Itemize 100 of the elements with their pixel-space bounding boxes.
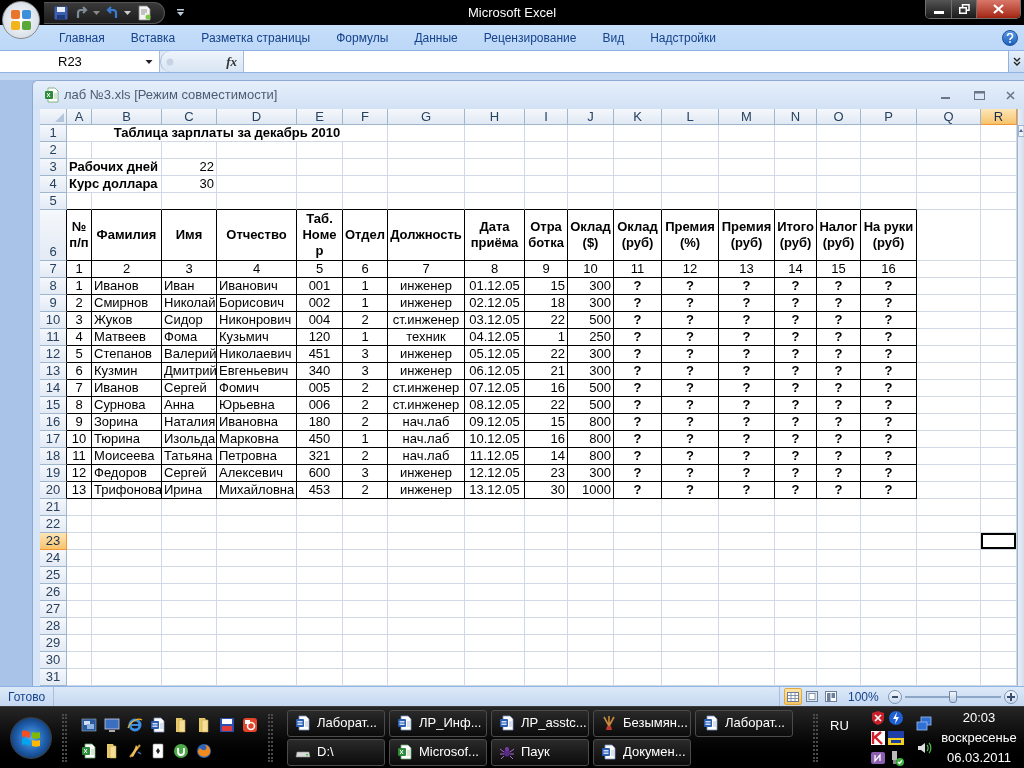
empty-cell[interactable] <box>217 159 297 176</box>
empty-cell[interactable] <box>465 550 525 567</box>
empty-cell[interactable] <box>817 533 861 550</box>
restore-button[interactable] <box>952 0 977 18</box>
empty-cell[interactable] <box>568 652 614 669</box>
empty-cell[interactable] <box>775 142 817 159</box>
empty-cell[interactable] <box>92 652 162 669</box>
taskbar-button[interactable]: D:\ <box>287 738 385 766</box>
empty-cell[interactable] <box>568 533 614 550</box>
taskbar-button[interactable]: Безымян... <box>593 709 691 737</box>
empty-cell[interactable] <box>614 533 662 550</box>
empty-cell[interactable] <box>465 516 525 533</box>
empty-cell[interactable] <box>297 618 343 635</box>
empty-cell[interactable] <box>817 516 861 533</box>
select-all-button[interactable] <box>40 109 67 125</box>
empty-cell[interactable] <box>525 618 568 635</box>
striped-tile-icon[interactable] <box>888 729 904 746</box>
row-header[interactable]: 26 <box>40 584 67 601</box>
empty-cell[interactable] <box>917 414 981 431</box>
empty-cell[interactable] <box>388 584 465 601</box>
empty-cell[interactable] <box>568 499 614 516</box>
empty-cell[interactable] <box>614 567 662 584</box>
column-header[interactable]: G <box>388 109 465 125</box>
empty-cell[interactable] <box>388 125 465 142</box>
empty-cell[interactable] <box>775 567 817 584</box>
empty-cell[interactable] <box>662 652 719 669</box>
empty-cell[interactable] <box>525 584 568 601</box>
empty-cell[interactable] <box>343 550 388 567</box>
empty-cell[interactable] <box>343 618 388 635</box>
empty-cell[interactable] <box>92 193 162 210</box>
empty-cell[interactable] <box>917 142 981 159</box>
empty-cell[interactable] <box>525 652 568 669</box>
empty-cell[interactable] <box>388 567 465 584</box>
empty-cell[interactable] <box>297 635 343 652</box>
empty-cell[interactable] <box>817 142 861 159</box>
empty-cell[interactable] <box>662 533 719 550</box>
zoom-in-button[interactable] <box>1004 689 1018 704</box>
empty-cell[interactable] <box>917 193 981 210</box>
empty-cell[interactable] <box>917 312 981 329</box>
document-icon[interactable] <box>499 715 515 731</box>
taskbar-button[interactable]: ЛР_Инф... <box>389 709 487 737</box>
row-header[interactable]: 10 <box>40 312 67 329</box>
empty-cell[interactable] <box>162 584 217 601</box>
expand-formula-button[interactable] <box>1008 51 1024 72</box>
brushes-icon[interactable] <box>601 715 617 731</box>
document-icon[interactable] <box>703 715 719 731</box>
empty-cell[interactable] <box>217 652 297 669</box>
empty-cell[interactable] <box>917 584 981 601</box>
row-header[interactable]: 20 <box>40 482 67 499</box>
empty-cell[interactable] <box>92 142 162 159</box>
empty-cell[interactable] <box>861 176 917 193</box>
empty-cell[interactable] <box>817 584 861 601</box>
empty-cell[interactable] <box>817 567 861 584</box>
empty-cell[interactable] <box>719 499 775 516</box>
empty-cell[interactable] <box>343 635 388 652</box>
insert-function-button[interactable]: fx <box>226 51 243 72</box>
empty-cell[interactable] <box>162 193 217 210</box>
empty-cell[interactable] <box>817 193 861 210</box>
empty-cell[interactable] <box>297 176 343 193</box>
close-button[interactable] <box>977 0 1020 18</box>
empty-cell[interactable] <box>465 125 525 142</box>
empty-cell[interactable] <box>662 635 719 652</box>
playing-card-icon[interactable] <box>150 742 166 759</box>
vertical-scrollbar[interactable] <box>1017 109 1024 686</box>
column-header[interactable]: C <box>162 109 217 125</box>
empty-cell[interactable] <box>525 159 568 176</box>
empty-cell[interactable] <box>662 550 719 567</box>
empty-cell[interactable] <box>614 176 662 193</box>
empty-cell[interactable] <box>217 550 297 567</box>
empty-cell[interactable] <box>917 176 981 193</box>
shield-icon[interactable] <box>870 709 886 726</box>
empty-cell[interactable] <box>465 499 525 516</box>
row-header[interactable]: 12 <box>40 346 67 363</box>
empty-cell[interactable] <box>614 601 662 618</box>
network-monitors-icon[interactable] <box>916 716 932 732</box>
view-button[interactable] <box>784 688 802 705</box>
empty-cell[interactable] <box>917 533 981 550</box>
empty-cell[interactable] <box>568 516 614 533</box>
row-header[interactable]: 30 <box>40 652 67 669</box>
empty-cell[interactable] <box>297 516 343 533</box>
folder-icon[interactable] <box>196 716 212 733</box>
empty-cell[interactable] <box>162 635 217 652</box>
empty-cell[interactable] <box>568 567 614 584</box>
column-header[interactable]: J <box>568 109 614 125</box>
empty-cell[interactable] <box>817 125 861 142</box>
empty-cell[interactable] <box>217 499 297 516</box>
empty-cell[interactable] <box>568 618 614 635</box>
empty-cell[interactable] <box>817 635 861 652</box>
empty-cell[interactable] <box>861 499 917 516</box>
empty-cell[interactable] <box>297 601 343 618</box>
empty-cell[interactable] <box>92 618 162 635</box>
empty-cell[interactable] <box>162 142 217 159</box>
empty-cell[interactable] <box>217 618 297 635</box>
empty-cell[interactable] <box>614 159 662 176</box>
empty-cell[interactable] <box>525 533 568 550</box>
empty-cell[interactable] <box>92 516 162 533</box>
empty-cell[interactable] <box>917 397 981 414</box>
spider-icon[interactable] <box>499 744 515 760</box>
empty-cell[interactable] <box>817 618 861 635</box>
empty-cell[interactable] <box>92 584 162 601</box>
